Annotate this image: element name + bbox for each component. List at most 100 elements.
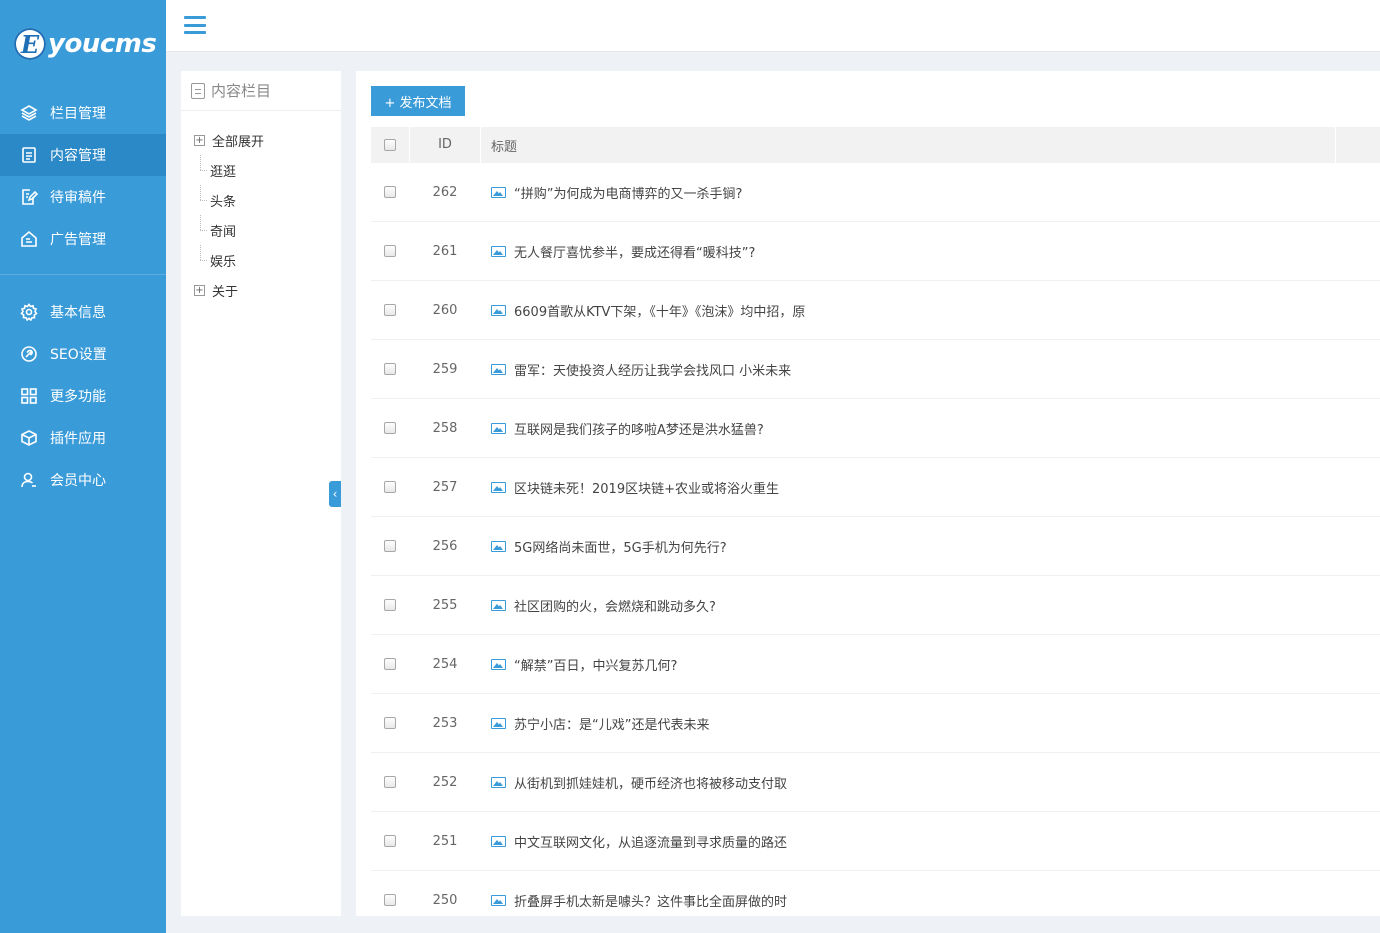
row-id: 253 [432, 715, 458, 731]
row-checkbox[interactable] [384, 835, 396, 847]
row-id: 261 [432, 243, 458, 259]
expand-icon[interactable]: + [194, 284, 205, 296]
image-icon [491, 186, 506, 198]
row-title-link[interactable]: 从街机到抓娃娃机，硬币经济也将被移动支付取 [514, 773, 787, 792]
sidebar-item-ads[interactable]: 广告管理 [0, 218, 166, 260]
row-title-link[interactable]: “拼购”为何成为电商博弈的又一杀手锏? [514, 183, 742, 202]
row-checkbox[interactable] [384, 422, 396, 434]
row-title-link[interactable]: 折叠屏手机太新是噱头？这件事比全面屏做的时 [514, 891, 787, 910]
row-id: 250 [432, 892, 458, 908]
row-id: 251 [432, 833, 458, 849]
table-row: 255 社区团购的火，会燃烧和跳动多久? [371, 576, 1380, 635]
tree-node-label: 关于 [212, 284, 239, 300]
table-row: 256 5G网络尚未面世，5G手机为何先行? [371, 517, 1380, 576]
grid-icon [20, 387, 38, 405]
table-row: 259 雷军：天使投资人经历让我学会找风口 小米未来 [371, 340, 1380, 399]
document-icon [20, 146, 38, 164]
row-title-link[interactable]: 互联网是我们孩子的哆啦A梦还是洪水猛兽? [514, 419, 764, 438]
row-checkbox[interactable] [384, 599, 396, 611]
row-title-link[interactable]: 中文互联网文化，从追逐流量到寻求质量的路还 [514, 832, 787, 851]
row-title-link[interactable]: 6609首歌从KTV下架，《十年》《泡沫》均中招，原 [514, 301, 805, 320]
image-icon [491, 717, 506, 729]
edit-icon [20, 188, 38, 206]
tree-node-label: 奇闻 [210, 224, 237, 240]
user-icon [20, 471, 38, 489]
row-checkbox[interactable] [384, 894, 396, 906]
tree-node-about[interactable]: + 关于 [181, 275, 341, 305]
row-id: 256 [432, 538, 458, 554]
image-icon [491, 894, 506, 906]
row-checkbox[interactable] [384, 776, 396, 788]
row-checkbox[interactable] [384, 481, 396, 493]
nav-group-secondary: 基本信息 SEO设置 更多功能 插件应用 会员中心 [0, 287, 166, 505]
menu-toggle-icon[interactable] [184, 16, 206, 34]
row-title-link[interactable]: 苏宁小店：是“儿戏”还是代表未来 [514, 714, 709, 733]
row-title-link[interactable]: 5G网络尚未面世，5G手机为何先行? [514, 537, 727, 556]
sidebar-item-pending[interactable]: 待审稿件 [0, 176, 166, 218]
sidebar-item-columns[interactable]: 栏目管理 [0, 92, 166, 134]
row-checkbox[interactable] [384, 540, 396, 552]
row-title-link[interactable]: “解禁”百日，中兴复苏几何? [514, 655, 677, 674]
row-checkbox[interactable] [384, 186, 396, 198]
logo[interactable]: E youcms [0, 0, 166, 88]
sidebar-item-members[interactable]: 会员中心 [0, 459, 166, 501]
select-all-checkbox[interactable] [384, 139, 396, 151]
row-title-link[interactable]: 无人餐厅喜忧参半，要成还得看“暖科技”? [514, 242, 755, 261]
collapse-panel-icon[interactable]: ‹ [329, 481, 341, 507]
row-checkbox[interactable] [384, 304, 396, 316]
row-checkbox[interactable] [384, 245, 396, 257]
tree-node[interactable]: 奇闻 [181, 215, 341, 245]
nav-group-primary: 栏目管理 内容管理 待审稿件 广告管理 [0, 88, 166, 264]
tree-node-label: 逛逛 [210, 164, 237, 180]
row-checkbox[interactable] [384, 363, 396, 375]
sidebar-item-more[interactable]: 更多功能 [0, 375, 166, 417]
table-row: 251 中文互联网文化，从追逐流量到寻求质量的路还 [371, 812, 1380, 871]
publish-document-button[interactable]: + 发布文档 [371, 86, 465, 116]
tree-node[interactable]: 头条 [181, 185, 341, 215]
tree-node-label: 全部展开 [212, 134, 265, 150]
image-icon [491, 363, 506, 375]
image-icon [491, 540, 506, 552]
row-id: 262 [432, 184, 458, 200]
table-row: 261 无人餐厅喜忧参半，要成还得看“暖科技”? [371, 222, 1380, 281]
sidebar-item-basic-info[interactable]: 基本信息 [0, 291, 166, 333]
image-icon [491, 245, 506, 257]
row-title-link[interactable]: 区块链未死！2019区块链+农业或将浴火重生 [514, 478, 779, 497]
table-row: 250 折叠屏手机太新是噱头？这件事比全面屏做的时 [371, 871, 1380, 916]
tree-node[interactable]: 逛逛 [181, 155, 341, 185]
ad-icon [20, 230, 38, 248]
sidebar-item-label: 更多功能 [50, 389, 106, 405]
image-icon [491, 481, 506, 493]
link-icon [20, 345, 38, 363]
sidebar-item-seo[interactable]: SEO设置 [0, 333, 166, 375]
layers-icon [20, 104, 38, 122]
row-id: 254 [432, 656, 458, 672]
sidebar-item-plugins[interactable]: 插件应用 [0, 417, 166, 459]
row-checkbox[interactable] [384, 658, 396, 670]
image-icon [491, 599, 506, 611]
cube-icon [20, 429, 38, 447]
expand-icon[interactable]: + [194, 134, 205, 146]
sidebar: E youcms 栏目管理 内容管理 待审稿件 广告管理 基本信息 SEO设置 [0, 0, 166, 933]
sidebar-item-content[interactable]: 内容管理 [0, 134, 166, 176]
sidebar-item-label: 基本信息 [50, 305, 106, 321]
sidebar-item-label: SEO设置 [50, 347, 107, 363]
table-row: 262 “拼购”为何成为电商博弈的又一杀手锏? [371, 163, 1380, 222]
column-header-id: ID [409, 127, 481, 163]
row-id: 258 [432, 420, 458, 436]
table-body: 262 “拼购”为何成为电商博弈的又一杀手锏? 261 无人餐厅喜忧参半，要成还得看“… [371, 163, 1380, 916]
image-icon [491, 776, 506, 788]
row-checkbox[interactable] [384, 717, 396, 729]
sidebar-item-label: 广告管理 [50, 232, 106, 248]
sidebar-item-label: 会员中心 [50, 473, 106, 489]
sidebar-item-label: 插件应用 [50, 431, 106, 447]
tree-list: + 全部展开 逛逛 头条 奇闻 娱乐 + 关于 [181, 111, 341, 305]
image-icon [491, 835, 506, 847]
row-id: 259 [432, 361, 458, 377]
image-icon [491, 422, 506, 434]
row-title-link[interactable]: 社区团购的火，会燃烧和跳动多久? [514, 596, 716, 615]
row-title-link[interactable]: 雷军：天使投资人经历让我学会找风口 小米未来 [514, 360, 791, 379]
tree-expand-all[interactable]: + 全部展开 [181, 125, 341, 155]
sidebar-item-label: 待审稿件 [50, 190, 106, 206]
tree-node[interactable]: 娱乐 [181, 245, 341, 275]
